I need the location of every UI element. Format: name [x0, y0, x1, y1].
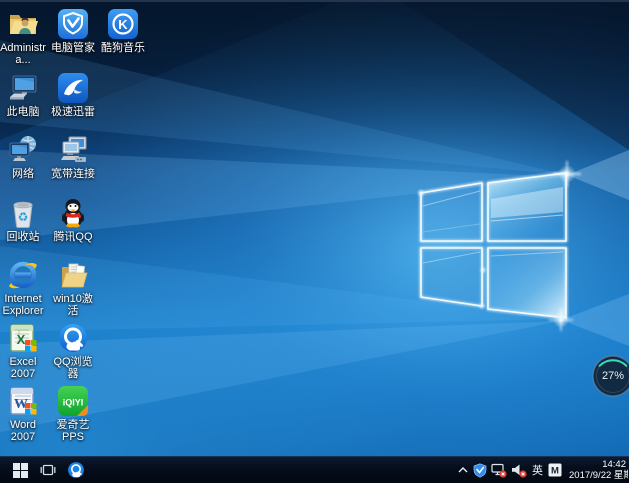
desktop-icon-broadband[interactable]: 宽带连接	[50, 134, 96, 180]
m-badge-icon: M	[548, 463, 562, 477]
desktop-icon-label: 回收站	[0, 231, 46, 243]
desktop-icon-administrator[interactable]: Administra...	[0, 8, 46, 66]
system-tray: 英 M 14:42 2017/9/22 星期五	[454, 457, 629, 483]
pc-manager-shield-icon	[57, 8, 89, 40]
desktop-icon-label: 酷狗音乐	[100, 42, 146, 54]
clock-time: 14:42	[569, 459, 626, 470]
tray-network-status[interactable]	[489, 457, 509, 483]
desktop-icon-qq[interactable]: 腾讯QQ	[50, 197, 96, 243]
recycle-bin-icon: ♻	[7, 197, 39, 229]
network-globe-icon	[7, 134, 39, 166]
taskbar-left	[0, 457, 90, 483]
desktop-icon-label: 极速迅雷	[50, 106, 96, 118]
desktop-icon-internet-explorer[interactable]: Internet Explorer	[0, 259, 46, 317]
acceleration-ball-percent: 27%	[591, 354, 629, 398]
desktop-icon-label: Administra...	[0, 42, 46, 66]
network-disconnected-icon	[491, 463, 507, 478]
windows-desktop-screen: Administra... 电脑管家 K 酷狗音乐	[0, 0, 629, 483]
qq-browser-taskbar-icon	[67, 461, 85, 479]
task-view-button[interactable]	[34, 457, 62, 483]
desktop-icon-label: 此电脑	[0, 106, 46, 118]
desktop-icon-label: 网络	[0, 168, 46, 180]
desktop-icon-label: win10激活	[50, 293, 96, 317]
desktop-icon-word[interactable]: W Word 2007	[0, 385, 46, 443]
chevron-up-icon	[457, 465, 469, 475]
word-icon: W	[7, 385, 39, 417]
taskbar-qq-browser-button[interactable]	[62, 457, 90, 483]
clock-date: 2017/9/22 星期五	[569, 470, 626, 481]
tray-clock[interactable]: 14:42 2017/9/22 星期五	[564, 459, 628, 481]
start-button[interactable]	[6, 457, 34, 483]
thunder-bird-icon	[57, 72, 89, 104]
desktop-icon-excel[interactable]: X Excel 2007	[0, 322, 46, 380]
volume-muted-icon	[511, 463, 527, 478]
desktop-icon-qq-browser[interactable]: QQ浏览器	[50, 322, 96, 380]
this-pc-icon	[7, 72, 39, 104]
broadband-connection-icon	[57, 134, 89, 166]
desktop-icon-win10-activate[interactable]: win10激活	[50, 259, 96, 317]
svg-text:iQIYI: iQIYI	[63, 398, 84, 408]
kugou-music-icon: K	[107, 8, 139, 40]
taskbar: 英 M 14:42 2017/9/22 星期五	[0, 456, 629, 483]
desktop-icon-label: 爱奇艺PPS	[50, 419, 96, 443]
shield-check-icon	[473, 463, 487, 478]
desktop-icon-label: Word 2007	[0, 419, 46, 443]
desktop-icon-label: 宽带连接	[50, 168, 96, 180]
desktop-icon-this-pc[interactable]: 此电脑	[0, 72, 46, 118]
desktop-icon-network[interactable]: 网络	[0, 134, 46, 180]
user-folder-icon	[7, 8, 39, 40]
desktop-icon-label: QQ浏览器	[50, 356, 96, 380]
desktop-icon-label: 电脑管家	[50, 42, 96, 54]
tray-volume[interactable]	[509, 457, 529, 483]
excel-icon: X	[7, 322, 39, 354]
svg-text:K: K	[118, 17, 128, 32]
desktop-icon-pc-manager[interactable]: 电脑管家	[50, 8, 96, 54]
desktop-icon-label: Excel 2007	[0, 356, 46, 380]
desktop-icon-kugou[interactable]: K 酷狗音乐	[100, 8, 146, 54]
desktop-icon-label: Internet Explorer	[0, 293, 46, 317]
desktop-icon-thunder[interactable]: 极速迅雷	[50, 72, 96, 118]
qq-browser-icon	[57, 322, 89, 354]
qq-penguin-icon	[57, 197, 89, 229]
internet-explorer-icon	[7, 259, 39, 291]
svg-text:X: X	[17, 332, 26, 347]
svg-text:M: M	[551, 466, 559, 477]
desktop-icon-iqiyi[interactable]: iQIYI 爱奇艺PPS	[50, 385, 96, 443]
tray-m-app[interactable]: M	[546, 457, 564, 483]
hidden-icons-chevron[interactable]	[454, 457, 471, 483]
windows-logo-icon	[13, 463, 28, 478]
iqiyi-icon: iQIYI	[57, 385, 89, 417]
acceleration-ball-widget[interactable]: 27%	[591, 354, 629, 398]
desktop-icon-recycle-bin[interactable]: ♻ 回收站	[0, 197, 46, 243]
task-view-icon	[40, 463, 56, 477]
svg-text:♻: ♻	[18, 210, 29, 224]
desktop-icon-label: 腾讯QQ	[50, 231, 96, 243]
tray-ime-indicator[interactable]: 英	[529, 457, 546, 483]
tray-pc-manager[interactable]	[471, 457, 489, 483]
desktop[interactable]: Administra... 电脑管家 K 酷狗音乐	[0, 0, 629, 456]
folder-files-icon	[57, 259, 89, 291]
